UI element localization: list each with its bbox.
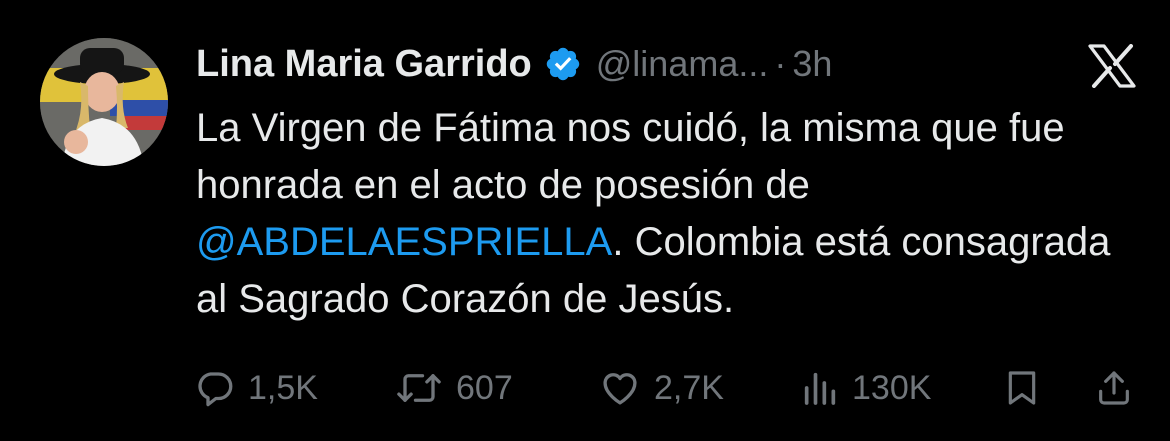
share-button[interactable] [1094,358,1134,418]
like-button[interactable]: 2,7K [598,358,724,418]
repost-icon [397,374,441,402]
heart-icon [603,373,637,405]
author-name[interactable]: Lina Maria Garrido [196,43,532,86]
separator-dot: · [774,43,787,84]
x-logo-icon [1086,44,1138,88]
mention-link[interactable]: @ABDELAESPRIELLA [196,220,612,264]
reply-count: 1,5K [248,368,318,407]
share-icon [1099,371,1129,405]
bookmark-icon [1008,371,1036,405]
like-count: 2,7K [654,368,724,407]
avatar-image [40,38,168,166]
action-bar: 1,5K 607 2,7K 130K [194,358,1144,418]
views-button[interactable]: 130K [800,358,931,418]
view-count: 130K [852,368,932,407]
reply-button[interactable]: 1,5K [194,358,318,418]
tweet-header: Lina Maria Garrido @linama... · 3h [196,36,832,92]
tweet-text: La Virgen de Fátima nos cuidó, la misma … [196,100,1146,328]
repost-count: 607 [456,368,513,407]
tweet-text-part1: La Virgen de Fátima nos cuidó, la misma … [196,106,1065,207]
reply-icon [198,372,233,407]
profile-avatar[interactable] [40,38,168,166]
bookmark-button[interactable] [1002,358,1042,418]
author-handle[interactable]: @linama... [596,43,769,85]
repost-button[interactable]: 607 [394,358,513,418]
timestamp[interactable]: 3h [792,43,832,85]
views-chart-icon [804,372,836,405]
verified-badge-icon [544,45,582,83]
